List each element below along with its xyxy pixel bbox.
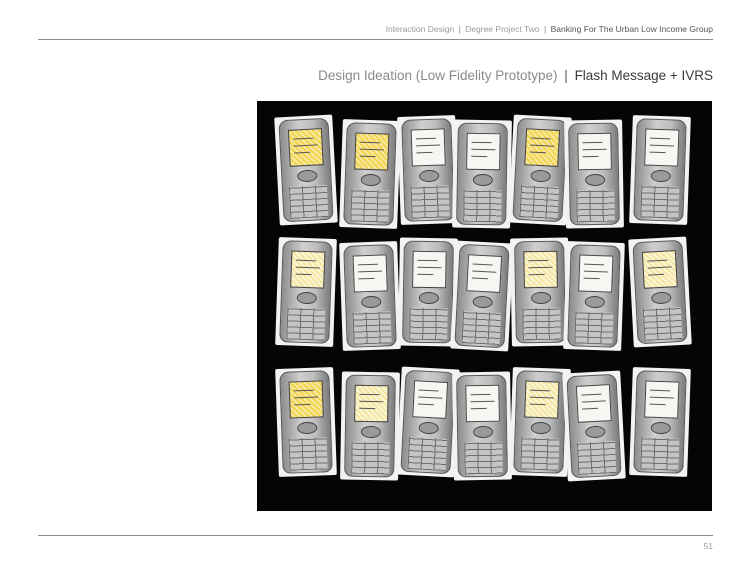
- phone-keypad: [351, 441, 390, 475]
- bottom-divider: [38, 535, 713, 536]
- phone-prototype: [563, 241, 625, 351]
- phone-keypad: [407, 437, 448, 471]
- phone-screen: [354, 132, 390, 171]
- phone-keypad: [519, 185, 560, 219]
- phone-nav-key: [651, 291, 672, 305]
- phone-keypad: [576, 189, 615, 223]
- phone-keypad: [640, 437, 680, 471]
- phone-screen: [410, 128, 446, 167]
- header-separator: |: [458, 24, 461, 34]
- phone-nav-key: [419, 169, 440, 183]
- title-separator: |: [564, 68, 568, 83]
- phone-keypad: [640, 185, 680, 219]
- prototype-photo: [257, 101, 712, 511]
- header-course: Interaction Design: [385, 24, 455, 34]
- phone-screen: [644, 380, 680, 419]
- phone-prototype: [274, 114, 338, 226]
- phone-nav-key: [473, 425, 494, 439]
- phone-screen: [644, 128, 680, 167]
- phone-prototype: [452, 119, 512, 229]
- phone-nav-key: [585, 173, 606, 187]
- phone-prototype: [275, 237, 337, 347]
- phone-keypad: [574, 311, 614, 345]
- phone-screen: [465, 384, 500, 423]
- title-topic: Flash Message + IVRS: [574, 68, 713, 83]
- phone-nav-key: [360, 425, 381, 439]
- phone-nav-key: [584, 295, 605, 309]
- phone-screen: [290, 250, 326, 289]
- phone-screen: [412, 380, 449, 419]
- phone-keypad: [461, 311, 502, 345]
- phone-prototype: [398, 237, 458, 347]
- phone-nav-key: [472, 173, 493, 187]
- phone-nav-key: [360, 173, 381, 187]
- phone-prototype: [628, 236, 692, 348]
- phone-nav-key: [650, 169, 671, 183]
- phone-nav-key: [650, 421, 671, 435]
- phone-prototype: [629, 367, 691, 477]
- phone-nav-key: [296, 291, 317, 305]
- phone-prototype: [562, 370, 626, 482]
- phone-screen: [466, 254, 503, 293]
- phone-screen: [287, 128, 324, 167]
- phone-screen: [523, 250, 558, 289]
- phone-keypad: [352, 311, 392, 345]
- phone-prototype: [340, 371, 400, 481]
- phone-prototype: [508, 114, 572, 226]
- phone-prototype: [397, 115, 459, 225]
- phone-screen: [577, 132, 612, 171]
- phone-prototype: [339, 119, 401, 229]
- phone-keypad: [350, 189, 390, 223]
- phone-keypad: [410, 185, 450, 219]
- phone-prototype: [629, 115, 691, 225]
- phone-screen: [412, 250, 447, 289]
- phone-screen: [575, 384, 612, 423]
- phone-prototype: [450, 240, 514, 352]
- phone-keypad: [522, 307, 561, 341]
- phone-prototype: [339, 241, 401, 351]
- phone-keypad: [464, 441, 503, 475]
- phone-prototype: [564, 119, 624, 229]
- phone-keypad: [520, 437, 560, 471]
- phone-screen: [352, 254, 388, 293]
- phone-screen: [466, 132, 501, 171]
- phone-keypad: [288, 184, 329, 219]
- phone-keypad: [409, 307, 448, 341]
- top-divider: [38, 39, 713, 40]
- phone-screen: [578, 254, 614, 293]
- phone-prototype: [396, 366, 460, 478]
- phone-screen: [288, 380, 324, 419]
- running-header: Interaction Design | Degree Project Two …: [386, 24, 713, 34]
- phone-nav-key: [530, 421, 551, 435]
- phone-prototype: [452, 371, 512, 481]
- phone-keypad: [286, 307, 326, 341]
- page-title: Design Ideation (Low Fidelity Prototype)…: [318, 68, 713, 83]
- phone-nav-key: [531, 291, 552, 305]
- phone-screen: [524, 128, 561, 167]
- phone-prototype: [275, 367, 337, 477]
- phone-nav-key: [418, 291, 439, 305]
- phone-nav-key: [472, 295, 493, 309]
- phone-nav-key: [297, 169, 318, 183]
- phone-prototype: [509, 367, 571, 477]
- header-topic: Banking For The Urban Low Income Group: [550, 24, 713, 34]
- header-separator: |: [544, 24, 547, 34]
- phone-screen: [354, 384, 389, 423]
- phone-screen: [524, 380, 560, 419]
- phone-nav-key: [530, 169, 551, 183]
- phone-keypad: [576, 440, 617, 475]
- phone-nav-key: [361, 295, 382, 309]
- phone-nav-key: [297, 421, 318, 435]
- phone-keypad: [463, 189, 502, 223]
- header-project: Degree Project Two: [465, 24, 540, 34]
- phone-keypad: [642, 306, 683, 341]
- page-number: 51: [703, 541, 713, 551]
- phone-prototype: [510, 237, 570, 347]
- phone-nav-key: [585, 425, 606, 439]
- title-section: Design Ideation (Low Fidelity Prototype): [318, 68, 558, 83]
- phone-keypad: [288, 437, 328, 471]
- phone-screen: [641, 250, 678, 289]
- phone-nav-key: [418, 421, 439, 435]
